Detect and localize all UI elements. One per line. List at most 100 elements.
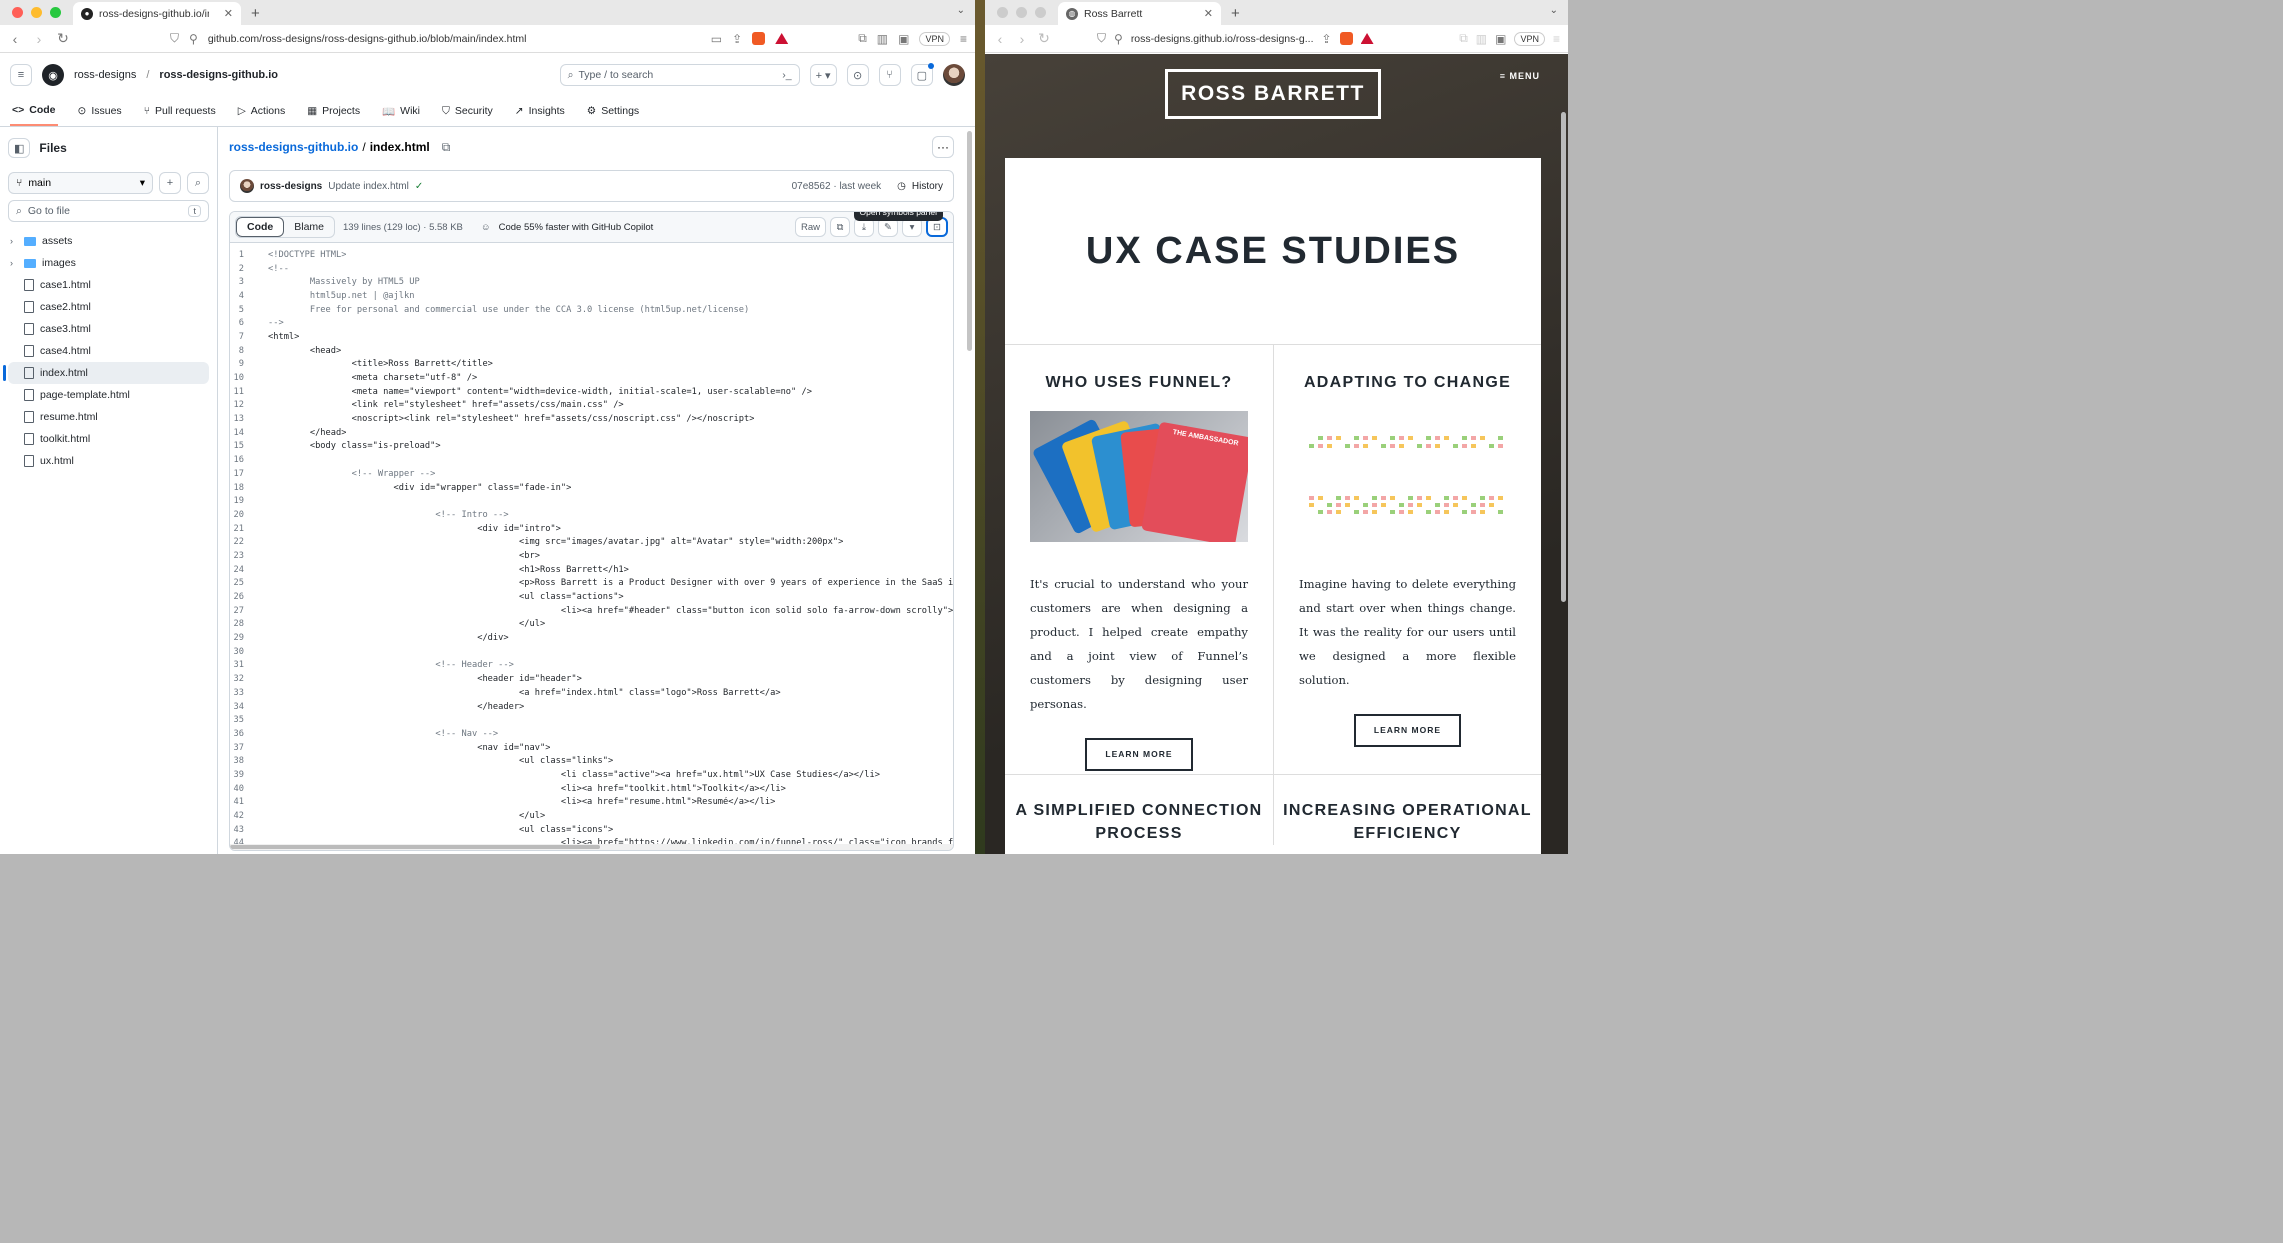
check-icon[interactable]: ✓ bbox=[415, 181, 423, 192]
url-field[interactable]: ross-designs.github.io/ross-designs-g... bbox=[1131, 33, 1314, 45]
line-number[interactable]: 14 bbox=[230, 428, 268, 438]
tree-item[interactable]: › images bbox=[8, 252, 209, 274]
copy-icon[interactable]: ⧉ bbox=[830, 217, 851, 237]
persona-cards-image[interactable]: THE AMBASSADOR bbox=[1030, 411, 1248, 542]
share-icon[interactable]: ⇪ bbox=[732, 32, 742, 46]
line-number[interactable]: 41 bbox=[230, 797, 268, 807]
tab-wiki[interactable]: 📖 Wiki bbox=[380, 96, 422, 126]
code-line[interactable]: 36 <!-- Nav --> bbox=[230, 727, 953, 741]
line-number[interactable]: 24 bbox=[230, 565, 268, 575]
line-number[interactable]: 17 bbox=[230, 469, 268, 479]
line-number[interactable]: 37 bbox=[230, 743, 268, 753]
browser-tab-portfolio[interactable]: ◍ Ross Barrett ✕ bbox=[1058, 2, 1221, 25]
learn-more-button[interactable]: LEARN MORE bbox=[1085, 738, 1193, 771]
line-number[interactable]: 11 bbox=[230, 387, 268, 397]
create-new-button[interactable]: + ▾ bbox=[809, 64, 837, 86]
code-line[interactable]: 8 <head> bbox=[230, 344, 953, 358]
tab-actions[interactable]: ▷ Actions bbox=[236, 96, 288, 126]
forward-icon[interactable]: › bbox=[32, 31, 46, 47]
code-line[interactable]: 26 <ul class="actions"> bbox=[230, 590, 953, 604]
tree-item[interactable]: ux.html bbox=[8, 450, 209, 472]
code-line[interactable]: 7 <html> bbox=[230, 330, 953, 344]
wallet-icon[interactable]: ▣ bbox=[898, 32, 909, 46]
minimize-window-button[interactable] bbox=[1016, 7, 1027, 18]
commit-hash-time[interactable]: 07e8562 · last week bbox=[792, 181, 882, 192]
tree-item[interactable]: toolkit.html bbox=[8, 428, 209, 450]
vpn-button[interactable]: VPN bbox=[919, 31, 950, 46]
browser-tab-github[interactable]: ● ross-designs-github.io/index.h ✕ bbox=[73, 2, 241, 25]
line-number[interactable]: 4 bbox=[230, 291, 268, 301]
line-number[interactable]: 25 bbox=[230, 578, 268, 588]
line-number[interactable]: 35 bbox=[230, 715, 268, 725]
code-line[interactable]: 6 --> bbox=[230, 316, 953, 330]
learn-more-button[interactable]: LEARN MORE bbox=[1353, 714, 1462, 747]
tree-item[interactable]: › assets bbox=[8, 230, 209, 252]
bookmark-icon[interactable]: ⛉ bbox=[170, 31, 179, 46]
bookmark-icon[interactable]: ⛉ bbox=[1097, 31, 1106, 46]
line-number[interactable]: 27 bbox=[230, 606, 268, 616]
line-number[interactable]: 10 bbox=[230, 373, 268, 383]
user-avatar[interactable] bbox=[943, 64, 965, 86]
branch-selector[interactable]: ⑂ main ▾ bbox=[8, 172, 153, 194]
site-logo[interactable]: ROSS BARRETT bbox=[1165, 69, 1381, 119]
code-line[interactable]: 10 <meta charset="utf-8" /> bbox=[230, 371, 953, 385]
code-line[interactable]: 43 <ul class="icons"> bbox=[230, 823, 953, 837]
tree-item[interactable]: page-template.html bbox=[8, 384, 209, 406]
brave-rewards-icon[interactable] bbox=[775, 33, 789, 44]
code-line[interactable]: 2 <!-- bbox=[230, 262, 953, 276]
history-button[interactable]: History bbox=[912, 181, 943, 192]
line-number[interactable]: 16 bbox=[230, 455, 268, 465]
repo-name-link[interactable]: ross-designs-github.io bbox=[159, 69, 278, 81]
line-number[interactable]: 40 bbox=[230, 784, 268, 794]
tab-pull-requests[interactable]: ⑂ Pull requests bbox=[142, 96, 218, 126]
line-number[interactable]: 2 bbox=[230, 264, 268, 274]
line-number[interactable]: 23 bbox=[230, 551, 268, 561]
command-palette-icon[interactable]: ›_ bbox=[782, 69, 791, 81]
line-number[interactable]: 12 bbox=[230, 400, 268, 410]
back-icon[interactable]: ‹ bbox=[993, 31, 1007, 47]
browser-menu-icon[interactable]: ≡ bbox=[1553, 32, 1560, 46]
line-number[interactable]: 20 bbox=[230, 510, 268, 520]
inbox-icon[interactable]: ▢ bbox=[910, 63, 934, 86]
site-info-icon[interactable]: ⚲ bbox=[189, 32, 198, 46]
line-number[interactable]: 15 bbox=[230, 441, 268, 451]
close-window-button[interactable] bbox=[12, 7, 23, 18]
raw-button[interactable]: Raw bbox=[795, 217, 827, 237]
add-file-button[interactable]: + bbox=[159, 172, 181, 194]
code-line[interactable]: 18 <div id="wrapper" class="fade-in"> bbox=[230, 481, 953, 495]
code-line[interactable]: 25 <p>Ross Barrett is a Product Designer… bbox=[230, 577, 953, 591]
close-tab-icon[interactable]: ✕ bbox=[224, 7, 233, 20]
copilot-promo[interactable]: Code 55% faster with GitHub Copilot bbox=[499, 222, 654, 233]
page-scrollbar[interactable] bbox=[967, 131, 972, 351]
more-options-icon[interactable]: ··· bbox=[932, 136, 954, 158]
code-line[interactable]: 19 bbox=[230, 494, 953, 508]
tree-item[interactable]: case1.html bbox=[8, 274, 209, 296]
sidebar-toggle-icon[interactable]: ▥ bbox=[1476, 32, 1487, 46]
menu-button[interactable]: ≡ MENU bbox=[1500, 71, 1540, 81]
tree-item[interactable]: case4.html bbox=[8, 340, 209, 362]
sidebar-toggle-icon[interactable]: ▥ bbox=[877, 32, 888, 46]
search-files-button[interactable]: ⌕ bbox=[187, 172, 209, 194]
site-info-icon[interactable]: ⚲ bbox=[1114, 32, 1123, 46]
line-number[interactable]: 33 bbox=[230, 688, 268, 698]
brave-shields-icon[interactable] bbox=[752, 32, 766, 45]
code-line[interactable]: 38 <ul class="links"> bbox=[230, 754, 953, 768]
cast-icon[interactable]: ▭ bbox=[711, 32, 722, 46]
tab-settings[interactable]: ⚙ Settings bbox=[585, 96, 641, 126]
tab-code[interactable]: <> Code bbox=[10, 96, 58, 126]
line-number[interactable]: 18 bbox=[230, 483, 268, 493]
brave-shields-icon[interactable] bbox=[1339, 32, 1353, 45]
line-number[interactable]: 39 bbox=[230, 770, 268, 780]
line-number[interactable]: 6 bbox=[230, 318, 268, 328]
brave-rewards-icon[interactable] bbox=[1360, 33, 1374, 44]
code-line[interactable]: 11 <meta name="viewport" content="width=… bbox=[230, 385, 953, 399]
close-tab-icon[interactable]: ✕ bbox=[1204, 7, 1213, 20]
tab-list-chevron-icon[interactable]: ⌄ bbox=[957, 5, 965, 16]
line-number[interactable]: 22 bbox=[230, 537, 268, 547]
tree-item[interactable]: index.html bbox=[3, 362, 209, 384]
horizontal-scrollbar[interactable] bbox=[230, 844, 953, 850]
github-logo-icon[interactable]: ◉ bbox=[42, 64, 64, 86]
line-number[interactable]: 26 bbox=[230, 592, 268, 602]
code-line[interactable]: 28 </ul> bbox=[230, 618, 953, 632]
repo-owner-link[interactable]: ross-designs bbox=[74, 69, 136, 81]
